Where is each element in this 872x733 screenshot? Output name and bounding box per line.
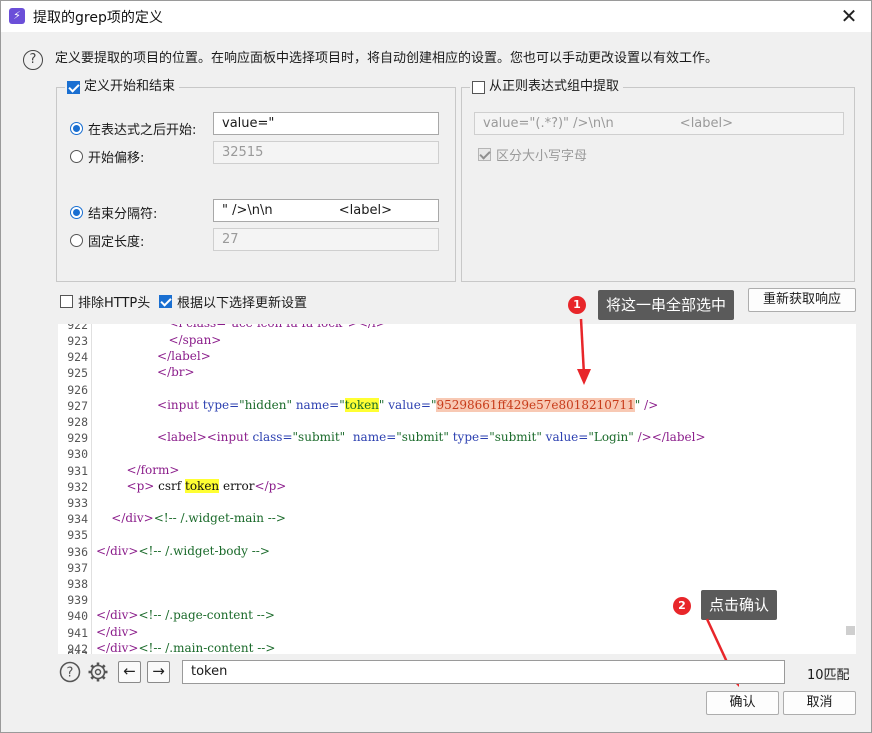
line-number: 937 [67,560,88,575]
help-icon[interactable]: ? [23,50,43,70]
update-config-option[interactable]: 根据以下选择更新设置 [159,292,307,311]
line-number: 926 [67,382,88,397]
step2-badge: 2 [673,597,691,615]
code-line: </div><!-- /.main-content --> [96,640,276,654]
end-delimiter-input[interactable]: " />\n\n <label> [213,199,439,222]
line-number: 923 [67,334,88,348]
gear-icon[interactable] [87,661,109,683]
line-number: 934 [67,512,88,527]
exclude-http-option[interactable]: 排除HTTP头 [60,292,150,311]
close-button[interactable]: ✕ [835,3,863,29]
case-sensitive-option[interactable]: 区分大小写字母 [478,145,587,164]
line-number: 925 [67,366,88,381]
search-input[interactable]: token [182,660,785,684]
code-line: </br> [157,365,195,380]
end-delimiter-radio[interactable] [70,206,83,219]
line-number: 924 [67,350,88,365]
line-number: 939 [67,593,88,608]
step1-badge: 1 [568,296,586,314]
regex-group-legend[interactable]: 从正则表达式组中提取 [470,79,624,95]
ok-button[interactable]: 确认 [706,691,779,715]
line-number: 928 [67,415,88,429]
description-text: 定义要提取的项目的位置。在响应面板中选择项目时，将自动创建相应的设置。您也可以手… [55,51,719,66]
define-start-end-legend[interactable]: 定义开始和结束 [65,79,180,95]
line-number: 922 [67,324,88,332]
case-sensitive-checkbox[interactable] [478,148,491,161]
line-number: 938 [67,577,88,591]
line-number: 929 [67,431,88,446]
code-line: </span> [168,333,222,347]
line-number: 927 [67,398,88,413]
fixed-length-input[interactable]: 27 [213,228,439,251]
update-config-label: 根据以下选择更新设置 [177,296,308,311]
grep-item-definition-dialog: ⚡ 提取的grep项的定义 ✕ ? 定义要提取的项目的位置。在响应面板中选择项目… [0,0,872,733]
line-number: 941 [67,625,88,640]
window-title: 提取的grep项的定义 [33,10,163,26]
code-line: </div><!-- /.widget-main --> [111,511,286,526]
start-offset-option[interactable]: 开始偏移: [70,147,144,166]
end-delimiter-option[interactable]: 结束分隔符: [70,203,157,222]
code-line: </div><!-- /.page-content --> [96,608,275,623]
start-offset-radio[interactable] [70,150,83,163]
title-bar: ⚡ 提取的grep项的定义 ✕ [1,1,871,32]
define-start-end-label: 定义开始和结束 [84,79,176,94]
start-offset-label: 开始偏移: [88,151,145,166]
fixed-length-option[interactable]: 固定长度: [70,231,144,250]
regex-group: 从正则表达式组中提取 value="(.*?)" />\n\n <label> … [461,79,855,282]
previous-match-button[interactable]: ← [118,661,141,683]
line-number: 930 [67,447,88,462]
regex-group-checkbox[interactable] [472,80,485,94]
code-line: <input type="hidden" name="token" value=… [157,397,659,412]
scrollbar-thumb[interactable] [846,626,855,635]
code-line: </form> [126,462,180,477]
line-number: 932 [67,479,88,494]
case-sensitive-label: 区分大小写字母 [496,149,588,164]
update-config-checkbox[interactable] [159,295,172,308]
start-after-label: 在表达式之后开始: [88,123,197,138]
start-after-option[interactable]: 在表达式之后开始: [70,119,196,138]
code-line: </label> [157,349,211,364]
match-count: 10匹配 [807,668,850,683]
define-start-end-group: 定义开始和结束 在表达式之后开始: value=" 开始偏移: 32515 结束… [56,79,456,282]
start-after-input[interactable]: value=" [213,112,439,135]
regex-group-label: 从正则表达式组中提取 [489,79,620,94]
arrow-right-icon: → [152,662,165,680]
step1-arrow-icon [577,318,591,385]
code-line: </div> [96,624,139,639]
next-match-button[interactable]: → [147,661,170,683]
arrow-left-icon: ← [123,662,136,680]
line-number: 933 [67,496,88,510]
line-number: 935 [67,528,88,543]
code-line: <i class="ace-icon fa fa-lock"></i> [96,324,385,330]
help-icon[interactable]: ? [59,661,81,683]
code-line: </div><!-- /.widget-body --> [96,543,270,558]
regex-input[interactable]: value="(.*?)" />\n\n <label> [474,112,844,135]
code-line: <label><input class="submit" name="submi… [157,430,706,445]
exclude-http-checkbox[interactable] [60,295,73,308]
svg-text:?: ? [67,666,74,681]
line-number: 931 [67,463,88,478]
refetch-response-button[interactable]: 重新获取响应 [748,288,856,312]
code-line: <p> csrf token error</p> [126,478,287,493]
line-number: 936 [67,544,88,559]
start-after-radio[interactable] [70,122,83,135]
define-start-end-checkbox[interactable] [67,80,80,94]
start-offset-input[interactable]: 32515 [213,141,439,164]
step1-callout: 将这一串全部选中 [598,290,735,320]
fixed-length-label: 固定长度: [88,235,145,250]
cancel-button[interactable]: 取消 [783,691,856,715]
fixed-length-radio[interactable] [70,234,83,247]
line-number: 940 [67,609,88,624]
line-number: 943 [58,648,88,654]
exclude-http-label: 排除HTTP头 [78,296,151,311]
lightning-icon: ⚡ [9,8,25,24]
end-delimiter-label: 结束分隔符: [88,207,158,222]
